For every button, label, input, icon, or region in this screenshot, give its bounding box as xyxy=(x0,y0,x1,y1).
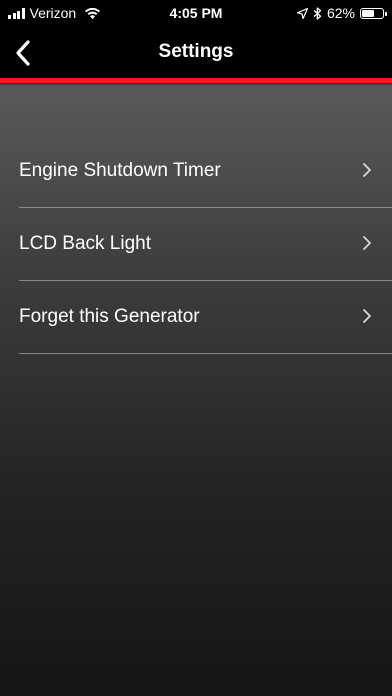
chevron-right-icon xyxy=(363,163,371,177)
settings-screen: Verizon 4:05 PM 62% Settings Engine Shut… xyxy=(0,0,392,696)
battery-icon xyxy=(360,7,387,19)
status-right: 62% xyxy=(296,5,387,21)
chevron-right-icon xyxy=(363,309,371,323)
settings-content: Engine Shutdown Timer LCD Back Light For… xyxy=(0,83,392,696)
settings-item-label: Engine Shutdown Timer xyxy=(19,160,221,181)
chevron-right-icon xyxy=(363,236,371,250)
page-title: Settings xyxy=(158,41,234,62)
battery-tip xyxy=(385,11,387,16)
settings-item-label: Forget this Generator xyxy=(19,306,200,327)
settings-item-engine-shutdown-timer[interactable]: Engine Shutdown Timer xyxy=(0,135,392,208)
nav-bar: Settings xyxy=(0,28,392,78)
divider xyxy=(19,353,392,354)
settings-item-label: LCD Back Light xyxy=(19,233,152,254)
settings-item-lcd-back-light[interactable]: LCD Back Light xyxy=(0,208,392,281)
status-bar: Verizon 4:05 PM 62% xyxy=(0,0,392,28)
accent-shadow xyxy=(0,83,392,86)
bluetooth-icon xyxy=(313,6,322,20)
settings-item-forget-generator[interactable]: Forget this Generator xyxy=(0,281,392,354)
settings-list: Engine Shutdown Timer LCD Back Light For… xyxy=(0,135,392,354)
location-icon xyxy=(296,7,308,19)
battery-percent: 62% xyxy=(326,5,355,21)
battery-fill xyxy=(362,9,375,17)
